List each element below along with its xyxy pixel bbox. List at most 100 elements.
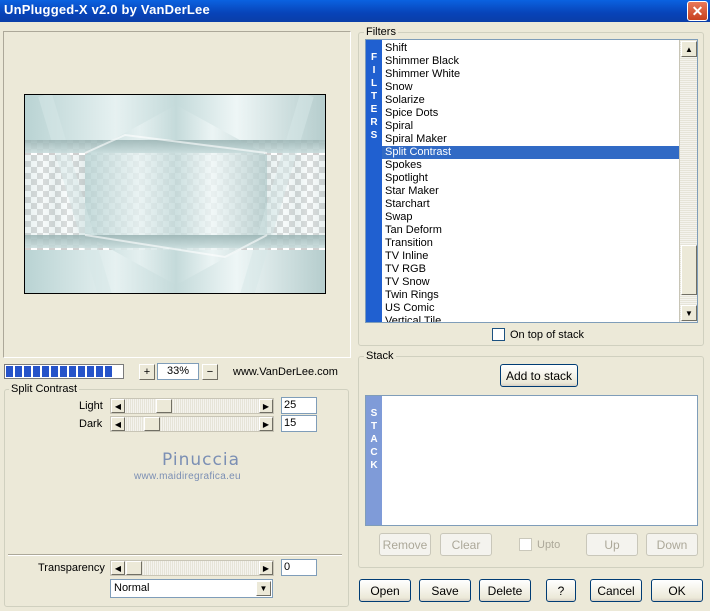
dark-value[interactable]: 15 [281,415,317,432]
transparency-slider-thumb[interactable] [126,561,142,575]
progress-segment [105,366,112,377]
upto-checkbox[interactable] [519,538,532,551]
filter-item[interactable]: Transition [382,237,680,250]
delete-button[interactable]: Delete [479,579,531,602]
light-slider-thumb[interactable] [156,399,172,413]
vanderlee-link[interactable]: www.VanDerLee.com [233,366,338,378]
filter-items: Shift Shimmer Black Shimmer White Snow Solar… [382,42,680,322]
cancel-button[interactable]: Cancel [590,579,642,602]
strip-letter: I [372,65,376,76]
scroll-up-button[interactable]: ▲ [681,41,697,57]
right-arrow-icon: ▶ [262,401,270,411]
light-right-arrow[interactable]: ▶ [259,399,273,413]
filter-item[interactable]: Shift [382,42,680,55]
dark-left-arrow[interactable]: ◀ [111,417,125,431]
filter-item[interactable]: Spotlight [382,172,680,185]
filter-item[interactable]: Spiral Maker [382,133,680,146]
filter-item[interactable]: TV Snow [382,276,680,289]
filter-item[interactable]: TV RGB [382,263,680,276]
strip-letter: L [370,78,378,89]
filter-item[interactable]: Spiral [382,120,680,133]
minus-icon: − [206,366,214,378]
zoom-in-button[interactable]: + [139,364,155,380]
help-button[interactable]: ? [546,579,576,602]
strip-letter: C [370,447,378,458]
open-button[interactable]: Open [359,579,411,602]
light-slider[interactable] [110,398,274,414]
strip-letter: S [370,130,378,141]
filter-item[interactable]: Snow [382,81,680,94]
preview-artwork [25,95,325,293]
remove-button[interactable]: Remove [379,533,431,556]
filter-item[interactable]: US Comic [382,302,680,315]
strip-letter: S [370,408,378,419]
progress-segment [87,366,94,377]
filter-item[interactable]: Star Maker [382,185,680,198]
strip-letter: R [370,117,378,128]
filter-item[interactable]: Shimmer Black [382,55,680,68]
blend-mode-value: Normal [114,582,150,594]
watermark-site: www.maidiregrafica.eu [134,471,241,482]
filters-scrollbar[interactable]: ▲ ▼ [679,40,697,322]
filter-item[interactable]: Solarize [382,94,680,107]
strip-letter: A [370,434,378,445]
filters-group-title: Filters [364,26,398,38]
transparency-left-arrow[interactable]: ◀ [111,561,125,575]
filter-item[interactable]: Swap [382,211,680,224]
filter-item[interactable]: Twin Rings [382,289,680,302]
zoom-level: 33% [157,363,199,380]
chevron-down-icon[interactable]: ▼ [256,581,271,596]
progress-segment [6,366,13,377]
strip-letter: F [370,52,378,63]
strip-letter: T [370,91,378,102]
dark-slider-thumb[interactable] [144,417,160,431]
filters-list[interactable]: FILTERS Shift Shimmer Black Shimmer White S… [365,39,698,323]
window-title: UnPlugged-X v2.0 by VanDerLee [4,2,210,17]
light-value[interactable]: 25 [281,397,317,414]
right-arrow-icon: ▶ [262,419,270,429]
progress-segment [15,366,22,377]
scroll-down-button[interactable]: ▼ [681,305,697,321]
progress-segment [33,366,40,377]
add-to-stack-button[interactable]: Add to stack [500,364,578,387]
up-arrow-icon: ▲ [685,44,693,54]
scroll-thumb[interactable] [681,245,697,295]
preview-image[interactable] [24,94,326,294]
progress-segment [24,366,31,377]
filter-item[interactable]: Vertical Tile [382,315,680,322]
transparency-value[interactable]: 0 [281,559,317,576]
zoom-out-button[interactable]: − [202,364,218,380]
filter-item[interactable]: Starchart [382,198,680,211]
transparency-right-arrow[interactable]: ▶ [259,561,273,575]
transparency-label: Transparency [38,562,105,574]
filter-item[interactable]: Tan Deform [382,224,680,237]
dark-right-arrow[interactable]: ▶ [259,417,273,431]
save-button[interactable]: Save [419,579,471,602]
progress-bar [4,364,124,379]
divider [8,554,342,556]
strip-letter: E [370,104,378,115]
right-arrow-icon: ▶ [262,563,270,573]
filter-item[interactable]: Spokes [382,159,680,172]
filter-item[interactable]: Spice Dots [382,107,680,120]
stack-list[interactable]: STACK [365,395,698,526]
ok-button[interactable]: OK [651,579,703,602]
filter-item[interactable]: TV Inline [382,250,680,263]
blend-mode-select[interactable]: Normal ▼ [110,579,273,598]
filter-item[interactable]: Shimmer White [382,68,680,81]
down-arrow-icon: ▼ [685,308,693,318]
progress-segment [78,366,85,377]
plus-icon: + [143,366,151,378]
clear-button[interactable]: Clear [440,533,492,556]
progress-segment [42,366,49,377]
down-button[interactable]: Down [646,533,698,556]
up-button[interactable]: Up [586,533,638,556]
close-button[interactable]: ✕ [687,1,708,21]
on-top-checkbox[interactable] [492,328,505,341]
stack-group-title: Stack [364,350,396,362]
dark-slider[interactable] [110,416,274,432]
light-left-arrow[interactable]: ◀ [111,399,125,413]
filter-item[interactable]: Split Contrast [382,146,680,159]
progress-segment [60,366,67,377]
stack-strip: STACK [366,396,382,525]
